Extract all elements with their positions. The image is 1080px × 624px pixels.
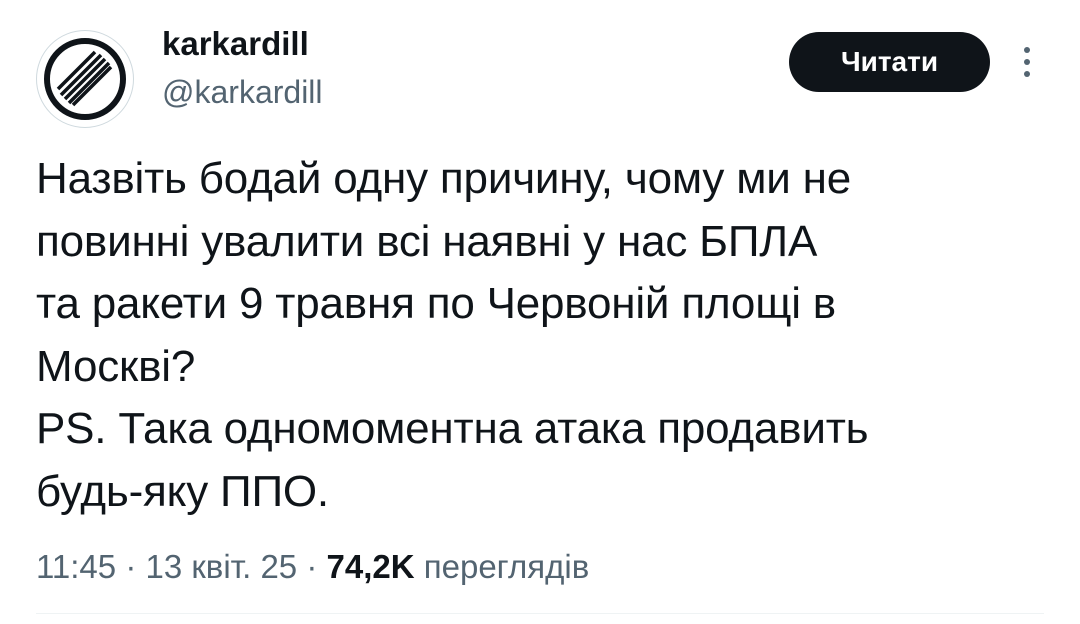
tweet-card: karkardill @karkardill Читати Назвіть бо…: [0, 0, 1080, 624]
follow-button[interactable]: Читати: [789, 32, 990, 92]
tweet-text-line: PS. Така одномоментна атака продавить: [36, 404, 869, 453]
display-name[interactable]: karkardill: [162, 22, 323, 66]
tweet-date[interactable]: 13 квіт. 25: [145, 548, 297, 585]
tweet-time[interactable]: 11:45: [36, 548, 116, 585]
no-entry-end-sign-icon: [44, 38, 126, 120]
tweet-text-line: та ракети 9 травня по Червоній площі в: [36, 279, 836, 328]
meta-separator: ·: [125, 548, 137, 585]
more-vertical-icon[interactable]: [1016, 44, 1038, 80]
views-count: 74,2K: [326, 548, 415, 585]
tweet-text-line: будь-яку ППО.: [36, 466, 329, 516]
tweet-text: Назвіть бодай одну причину, чому ми не п…: [36, 148, 1026, 523]
tweet-text-line: Москві?: [36, 341, 196, 391]
views-label: переглядів: [423, 548, 590, 585]
tweet-text-line: повинні увалити всі наявні у нас БПЛА: [36, 216, 818, 266]
divider: [36, 613, 1044, 614]
meta-separator: ·: [306, 548, 318, 585]
tweet-meta: 11:45 · 13 квіт. 25 · 74,2K переглядів: [36, 545, 589, 589]
avatar[interactable]: [36, 30, 134, 128]
tweet-text-line: Назвіть бодай одну причину, чому ми не: [36, 154, 852, 203]
user-handle[interactable]: @karkardill: [162, 70, 323, 114]
user-info: karkardill @karkardill: [162, 22, 323, 114]
